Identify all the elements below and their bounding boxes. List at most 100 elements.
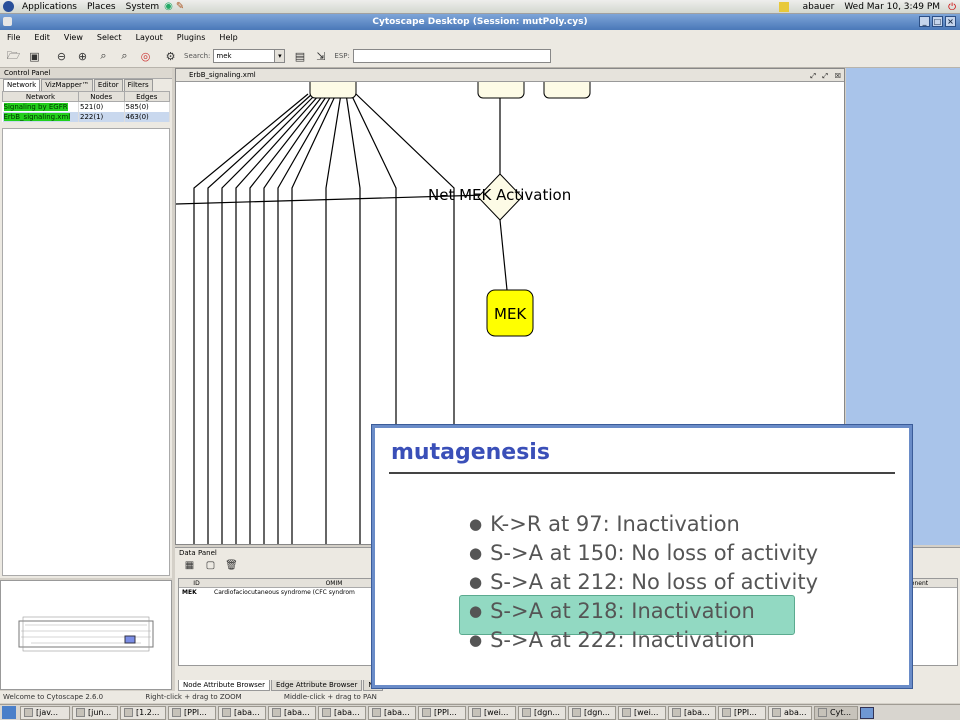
task-button[interactable]: [wei... <box>468 705 516 720</box>
zoom-out-icon[interactable]: ⊖ <box>53 48 70 65</box>
tab-filters[interactable]: Filters <box>123 79 153 91</box>
menu-layout[interactable]: Layout <box>129 30 170 45</box>
save-icon[interactable]: ▣ <box>26 48 43 65</box>
window-titlebar[interactable]: Cytoscape Desktop (Session: mutPoly.cys)… <box>0 14 960 30</box>
mek-node-label: MEK <box>494 305 527 323</box>
user-name[interactable]: abauer <box>803 2 835 12</box>
menu-view[interactable]: View <box>57 30 90 45</box>
task-label: [aba... <box>284 708 310 717</box>
import-icon[interactable]: ⇲ <box>312 48 329 65</box>
window-icon <box>472 708 481 717</box>
delete-attribute-icon[interactable]: 🗑 <box>223 557 240 574</box>
task-button[interactable]: [1.2... <box>120 705 166 720</box>
view-maximize-icon[interactable]: ⤢ <box>822 70 828 83</box>
col-id[interactable]: ID <box>179 579 214 588</box>
network-name[interactable]: Signaling by EGFR <box>3 102 68 111</box>
task-button[interactable]: [jun... <box>72 705 118 720</box>
row-omim[interactable]: Cardiofaciocutaneous syndrome (CFC syndr… <box>214 588 355 597</box>
menu-select[interactable]: Select <box>90 30 129 45</box>
task-button[interactable]: [aba... <box>218 705 266 720</box>
tab-vizmapper[interactable]: VizMapper™ <box>41 79 93 91</box>
network-view-titlebar[interactable]: ErbB_signaling.xml ⤢ ⤢ ☒ <box>176 69 844 82</box>
status-welcome: Welcome to Cytoscape 2.6.0 <box>3 693 104 701</box>
esp-input[interactable] <box>352 49 551 63</box>
window-icon <box>522 708 531 717</box>
row-id[interactable]: MEK <box>179 588 214 597</box>
task-button[interactable]: [aba... <box>268 705 316 720</box>
task-label: [aba... <box>334 708 360 717</box>
zoom-selected-icon[interactable]: ⌕ <box>95 48 112 65</box>
network-edges: 585(0) <box>124 101 170 112</box>
menu-help[interactable]: Help <box>212 30 244 45</box>
zoom-in-icon[interactable]: ⊕ <box>74 48 91 65</box>
view-close-icon[interactable]: ☒ <box>835 70 841 83</box>
new-attribute-icon[interactable]: ▢ <box>202 557 219 574</box>
workspace-switcher-icon[interactable] <box>860 706 874 719</box>
window-menu-icon[interactable] <box>3 17 12 26</box>
col-edges[interactable]: Edges <box>123 91 170 102</box>
notes-icon[interactable] <box>778 2 789 12</box>
open-folder-icon[interactable]: 🗁 <box>5 48 22 65</box>
menubar: File Edit View Select Layout Plugins Hel… <box>0 30 960 45</box>
network-list-area[interactable] <box>2 128 170 576</box>
search-input[interactable] <box>213 49 276 63</box>
window-icon <box>722 708 731 717</box>
birds-eye-view[interactable] <box>0 580 172 690</box>
search-dropdown-arrow[interactable]: ▾ <box>275 49 286 63</box>
menu-edit[interactable]: Edit <box>27 30 57 45</box>
task-button[interactable]: [PPI... <box>168 705 216 720</box>
zoom-fit-icon[interactable]: ⌕ <box>116 48 133 65</box>
power-icon[interactable]: ⏻ <box>948 2 956 13</box>
tools-launcher-icon[interactable]: ✎ <box>176 1 184 12</box>
col-nodes[interactable]: Nodes <box>78 91 125 102</box>
view-detach-icon[interactable]: ⤢ <box>810 70 816 83</box>
network-node[interactable] <box>543 71 591 99</box>
menu-file[interactable]: File <box>0 30 27 45</box>
tab-network[interactable]: Network <box>3 79 41 91</box>
clock[interactable]: Wed Mar 10, 3:49 PM <box>844 2 940 12</box>
mutation-item: S->A at 150: No loss of activity <box>469 539 818 567</box>
task-button[interactable]: [aba... <box>368 705 416 720</box>
task-button[interactable]: aba... <box>768 705 812 720</box>
task-button[interactable]: [aba... <box>668 705 716 720</box>
task-label: [aba... <box>684 708 710 717</box>
table-row[interactable]: Signaling by EGFR 521(0) 585(0) <box>2 101 170 112</box>
task-button[interactable]: [jav... <box>20 705 70 720</box>
network-name[interactable]: ErbB_signaling.xml <box>3 112 71 121</box>
window-title: Cytoscape Desktop (Session: mutPoly.cys) <box>372 17 588 27</box>
show-desktop-icon[interactable] <box>2 706 16 719</box>
task-button[interactable]: [PPI... <box>418 705 466 720</box>
table-icon[interactable]: ▤ <box>291 48 308 65</box>
browser-launcher-icon[interactable]: ◉ <box>164 1 173 12</box>
window-icon <box>672 708 681 717</box>
task-button-active[interactable]: Cyt... <box>814 705 858 720</box>
top-panel-tray: abauer Wed Mar 10, 3:49 PM ⏻ <box>778 0 956 14</box>
window-icon <box>772 708 781 717</box>
search-options-icon[interactable]: ⚙ <box>162 48 179 65</box>
help-lifebuoy-icon[interactable]: ◎ <box>137 48 154 65</box>
task-button[interactable]: [aba... <box>318 705 366 720</box>
select-attributes-icon[interactable]: ▦ <box>181 557 198 574</box>
col-network[interactable]: Network <box>2 91 79 102</box>
system-menu[interactable]: System <box>121 2 165 12</box>
task-button[interactable]: [wei... <box>618 705 666 720</box>
tab-node-attribute-browser[interactable]: Node Attribute Browser <box>178 680 270 691</box>
task-label: [wei... <box>634 708 659 717</box>
menu-plugins[interactable]: Plugins <box>170 30 213 45</box>
places-menu[interactable]: Places <box>82 2 121 12</box>
table-row[interactable]: ErbB_signaling.xml 222(1) 463(0) <box>2 111 170 122</box>
minimize-icon[interactable]: _ <box>919 16 930 27</box>
network-node[interactable] <box>477 71 525 99</box>
tab-editor[interactable]: Editor <box>93 79 123 91</box>
close-icon[interactable]: × <box>945 16 956 27</box>
maximize-icon[interactable]: □ <box>932 16 943 27</box>
network-node[interactable] <box>309 71 357 99</box>
distro-logo-icon[interactable] <box>3 1 14 12</box>
tab-edge-attribute-browser[interactable]: Edge Attribute Browser <box>271 680 363 691</box>
applications-menu[interactable]: Applications <box>17 2 82 12</box>
task-button[interactable]: [PPI... <box>718 705 766 720</box>
control-panel-title-text: Control Panel <box>4 69 51 77</box>
task-button[interactable]: [dgn... <box>568 705 616 720</box>
task-button[interactable]: [dgn... <box>518 705 566 720</box>
network-view-title: ErbB_signaling.xml <box>189 71 256 79</box>
